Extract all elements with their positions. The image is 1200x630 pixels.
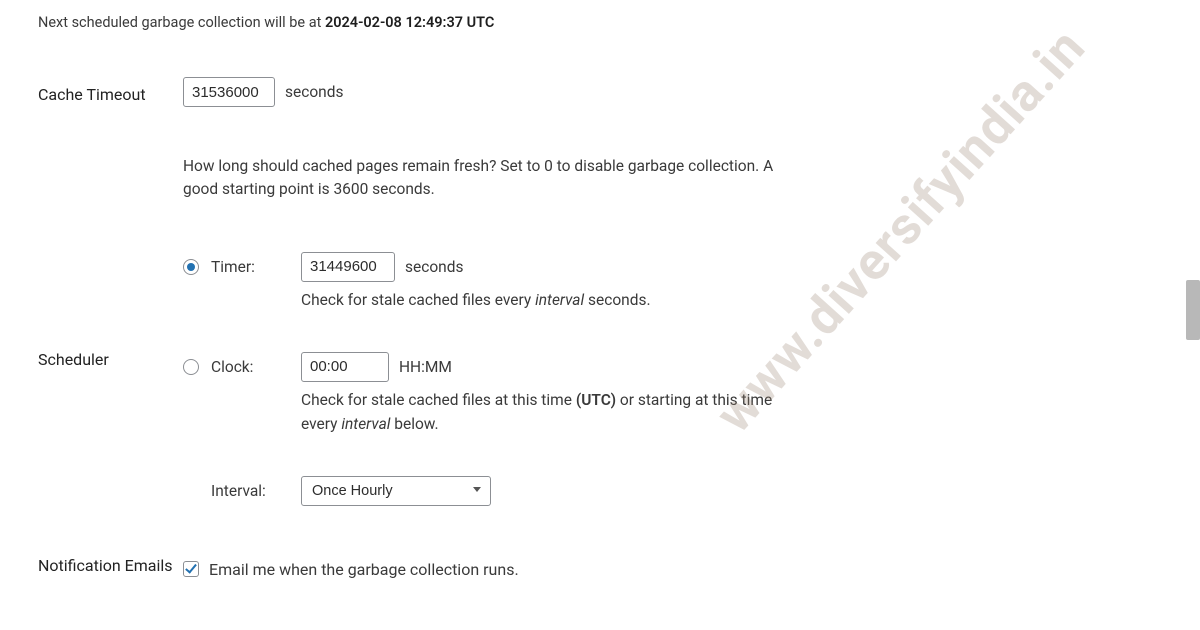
next-run-datetime: 2024-02-08 12:49:37 UTC bbox=[325, 14, 494, 31]
cache-timeout-help: How long should cached pages remain fres… bbox=[183, 155, 783, 202]
notification-email-text: Email me when the garbage collection run… bbox=[209, 560, 519, 579]
cache-timeout-label: Cache Timeout bbox=[38, 77, 183, 252]
next-run-prefix: Next scheduled garbage collection will b… bbox=[38, 14, 325, 31]
scheduler-timer-radio[interactable] bbox=[183, 259, 199, 275]
scheduler-timer-unit: seconds bbox=[405, 258, 463, 276]
cache-timeout-unit: seconds bbox=[285, 83, 343, 101]
scrollbar-thumb[interactable] bbox=[1186, 280, 1200, 340]
notification-email-checkbox[interactable] bbox=[183, 561, 199, 577]
scheduler-timer-label: Timer: bbox=[211, 252, 301, 276]
scheduler-clock-input[interactable] bbox=[301, 352, 389, 382]
scheduler-clock-hint: Check for stale cached files at this tim… bbox=[301, 388, 803, 436]
notification-emails-label: Notification Emails bbox=[38, 556, 183, 589]
scheduler-clock-unit: HH:MM bbox=[399, 358, 452, 376]
scheduler-clock-radio[interactable] bbox=[183, 359, 199, 375]
next-scheduled-text: Next scheduled garbage collection will b… bbox=[38, 14, 1178, 31]
cache-timeout-input[interactable] bbox=[183, 77, 275, 107]
scheduler-clock-label: Clock: bbox=[211, 352, 301, 376]
scheduler-interval-select[interactable]: Once Hourly bbox=[301, 476, 491, 506]
notification-email-checkbox-label[interactable]: Email me when the garbage collection run… bbox=[183, 560, 828, 579]
scheduler-interval-label: Interval: bbox=[211, 476, 301, 500]
scheduler-label: Scheduler bbox=[38, 252, 183, 556]
scheduler-timer-hint: Check for stale cached files every inter… bbox=[301, 288, 803, 312]
scheduler-timer-input[interactable] bbox=[301, 252, 395, 282]
